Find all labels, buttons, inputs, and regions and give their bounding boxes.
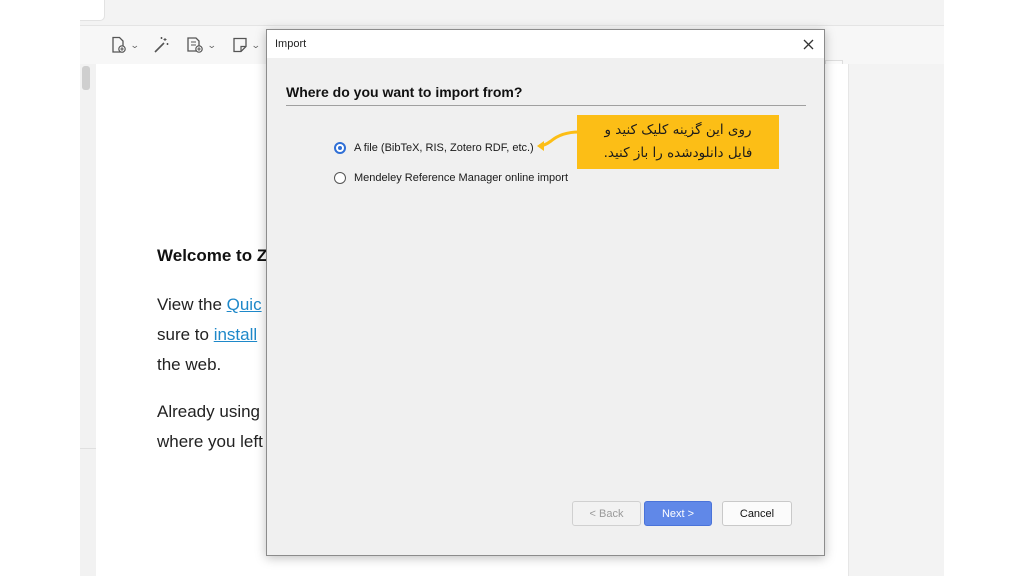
option-mendeley-label: Mendeley Reference Manager online import	[354, 172, 569, 184]
new-note-button[interactable]: ⌄	[231, 34, 261, 56]
text: View the	[157, 295, 227, 314]
magic-wand-icon	[154, 37, 169, 53]
back-button[interactable]: < Back	[572, 501, 641, 526]
welcome-title: Welcome to Z	[157, 246, 268, 265]
next-button[interactable]: Next >	[644, 501, 712, 526]
option-file-label: A file (BibTeX, RIS, Zotero RDF, etc.)	[354, 142, 534, 154]
arrow-icon	[537, 130, 580, 151]
option-file[interactable]: A file (BibTeX, RIS, Zotero RDF, etc.)	[334, 142, 534, 154]
item-pane	[848, 64, 944, 576]
text: sure to	[157, 325, 214, 344]
quick-start-link[interactable]: Quic	[227, 295, 262, 314]
welcome-line: View the Quic	[157, 290, 262, 320]
close-icon	[803, 39, 813, 49]
option-mendeley[interactable]: Mendeley Reference Manager online import	[334, 172, 568, 184]
chevron-down-icon: ⌄	[250, 39, 261, 50]
dialog-heading: Where do you want to import from?	[286, 84, 523, 100]
annotation-callout: روی این گزینه کلیک کنید و فایل دانلودشده…	[577, 115, 779, 169]
heading-divider	[286, 105, 806, 106]
welcome-line: sure to install	[157, 320, 257, 350]
new-item-icon	[112, 36, 126, 53]
window-tab[interactable]	[80, 0, 105, 21]
add-attachment-icon	[187, 37, 203, 53]
dialog-titlebar: Import	[267, 30, 824, 58]
annotation-line: روی این گزینه کلیک کنید و	[604, 122, 752, 138]
close-button[interactable]	[798, 34, 818, 54]
new-note-icon	[233, 37, 247, 53]
radio-button[interactable]	[334, 172, 346, 184]
annotation-line: فایل دانلودشده را باز کنید.	[603, 145, 753, 161]
add-by-identifier-button[interactable]	[152, 34, 170, 56]
collections-pane-edge	[80, 64, 97, 576]
dialog-title: Import	[275, 38, 307, 50]
divider	[80, 448, 96, 449]
scrollbar-thumb[interactable]	[82, 66, 90, 90]
title-strip	[80, 0, 944, 26]
add-attachment-button[interactable]: ⌄	[185, 34, 217, 56]
welcome-line: Already using	[157, 402, 261, 421]
cancel-button[interactable]: Cancel	[722, 501, 792, 526]
welcome-line: the web.	[157, 355, 222, 374]
radio-button-checked[interactable]	[334, 142, 346, 154]
chevron-down-icon: ⌄	[206, 39, 217, 50]
import-dialog: Import Where do you want to import from?…	[266, 29, 825, 556]
new-item-button[interactable]: ⌄	[110, 34, 140, 56]
chevron-down-icon: ⌄	[129, 39, 140, 50]
install-link[interactable]: install	[214, 325, 257, 344]
welcome-line: where you left	[157, 432, 263, 451]
